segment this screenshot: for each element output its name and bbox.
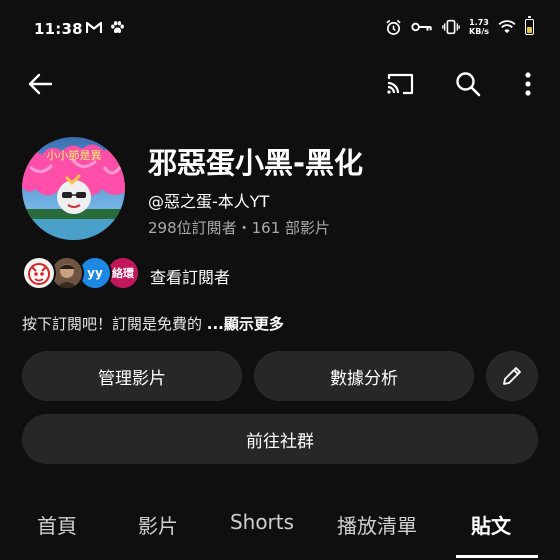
subscriber-avatar — [22, 256, 56, 290]
pencil-icon — [503, 367, 521, 385]
channel-description[interactable]: 按下訂閱吧！訂閱是免費的 ...顯示更多 — [22, 313, 284, 334]
manage-videos-button[interactable]: 管理影片 — [22, 351, 242, 401]
paw-icon — [111, 21, 124, 33]
status-time: 11:38 — [34, 20, 83, 38]
back-arrow-icon — [28, 73, 53, 95]
subscriber-avatars[interactable]: yy 絡環 — [22, 256, 142, 292]
avatar-text: 小小節是異 — [47, 148, 102, 162]
cast-icon — [387, 73, 414, 95]
more-vert-icon — [525, 72, 531, 96]
channel-handle: @惡之蛋-本人YT — [148, 192, 270, 211]
status-right-icons: 1.73 KB/s — [385, 16, 534, 36]
view-subscribers-link[interactable]: 查看訂閱者 — [150, 264, 230, 288]
tab-home[interactable]: 首頁 — [37, 510, 77, 539]
subscriber-avatar-image — [28, 263, 50, 285]
more-options-button[interactable] — [512, 66, 544, 102]
tab-posts[interactable]: 貼文 — [471, 510, 511, 539]
channel-avatar-image: 小小節是異 — [22, 137, 125, 240]
vibrate-icon — [442, 19, 460, 35]
tab-videos[interactable]: 影片 — [138, 510, 178, 539]
analytics-button[interactable]: 數據分析 — [254, 351, 474, 401]
status-left-icons — [86, 20, 125, 35]
tab-playlists[interactable]: 播放清單 — [337, 510, 417, 539]
channel-tabs: 首頁 影片 Shorts 播放清單 貼文 — [0, 492, 560, 560]
subscriber-avatar-image — [52, 258, 82, 288]
alarm-icon — [386, 19, 401, 35]
subscriber-avatar-label: yy — [87, 266, 103, 280]
wifi-icon — [498, 20, 516, 34]
channel-avatar[interactable]: 小小節是異 — [22, 137, 125, 240]
description-text: 按下訂閱吧！訂閱是免費的 — [22, 315, 207, 333]
subscriber-avatar-label: 絡環 — [112, 267, 134, 280]
channel-stats: 298位訂閱者・161 部影片 — [148, 219, 331, 237]
show-more-link[interactable]: ...顯示更多 — [207, 315, 284, 333]
channel-name: 邪惡蛋小黑-黑化 — [148, 146, 364, 180]
go-to-community-button[interactable]: 前往社群 — [22, 414, 538, 464]
search-icon — [456, 72, 481, 97]
network-speed: 1.73 KB/s — [469, 18, 489, 36]
cast-button[interactable] — [380, 66, 420, 102]
battery-icon — [525, 16, 534, 35]
tab-shorts[interactable]: Shorts — [230, 510, 294, 534]
back-button[interactable] — [22, 66, 58, 102]
edit-channel-button[interactable] — [486, 351, 538, 401]
search-button[interactable] — [450, 66, 486, 102]
active-tab-indicator — [456, 555, 538, 558]
vpn-key-icon — [411, 22, 432, 32]
gmail-icon — [86, 21, 102, 33]
